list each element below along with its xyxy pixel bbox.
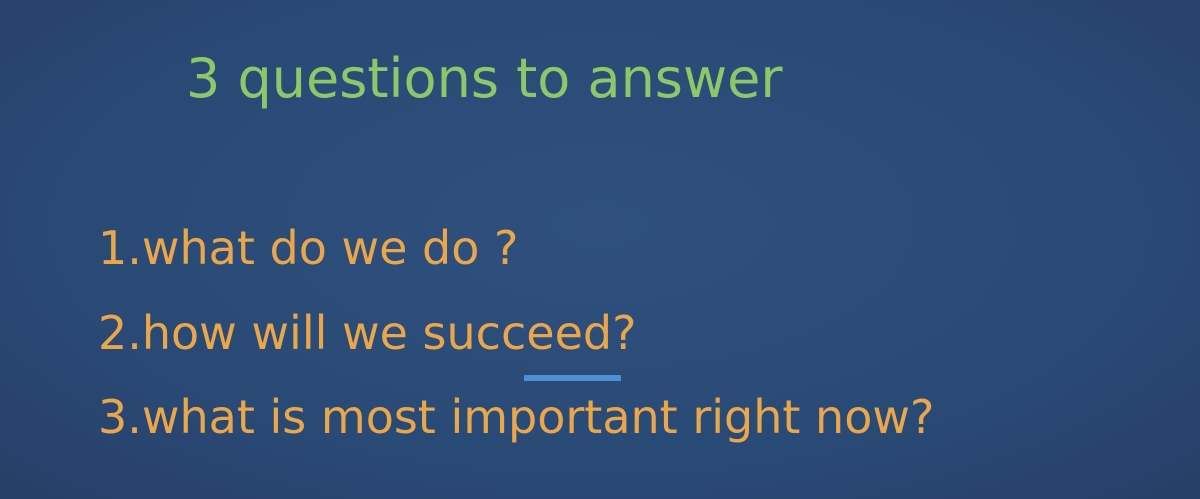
question-2: 2.how will we succeed? [98, 306, 637, 360]
slide-title: 3 questions to answer [186, 47, 783, 110]
slide: 3 questions to answer 1.what do we do ? … [0, 0, 1200, 499]
question-1: 1.what do we do ? [98, 221, 519, 275]
question-3: 3.what is most important right now? [98, 390, 935, 444]
underline-mark [524, 375, 621, 381]
